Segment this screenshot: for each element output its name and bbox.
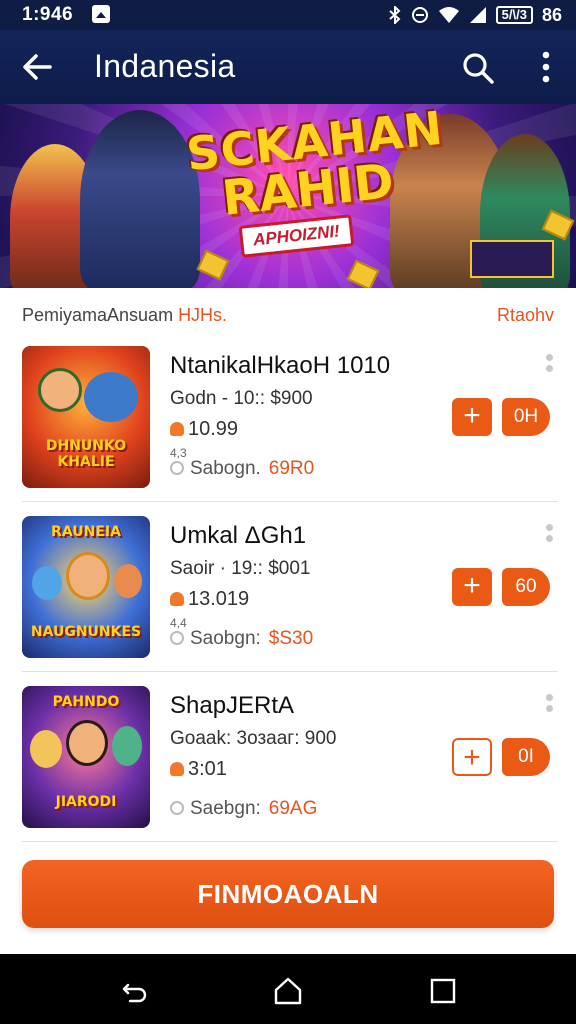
item-subtitle: Godn - 10:: $900 xyxy=(170,388,313,409)
character-face xyxy=(66,552,110,600)
fire-icon xyxy=(170,762,184,776)
home-icon[interactable] xyxy=(273,976,303,1006)
character-face xyxy=(32,566,62,600)
item-thumbnail[interactable]: DHNUNKO KHALIE xyxy=(22,346,150,488)
item-price-value: 10.99 xyxy=(188,418,239,440)
item-name: NtanikalHkaoH 1010 xyxy=(170,352,391,379)
item-seller: Saobgn: $S30 xyxy=(170,628,313,650)
list-item[interactable]: PAHNDO JIARODI ShарJERtA Goaak: 3озааг: … xyxy=(0,672,576,842)
item-price-value: 3:01 xyxy=(188,758,227,780)
seller-code: $S30 xyxy=(268,628,314,649)
character-face xyxy=(30,730,62,768)
item-menu-icon[interactable] xyxy=(543,354,555,384)
item-menu-icon[interactable] xyxy=(543,524,555,554)
section-title-highlight: HJHs. xyxy=(178,305,228,325)
seller-code: 69AG xyxy=(268,798,318,819)
character-face xyxy=(114,564,142,598)
item-thumbnail[interactable]: RAUNEIA NAUGNUNKES xyxy=(22,516,150,658)
thumbnail-top-title: RAUNEIA xyxy=(51,524,121,540)
item-price-value: 13.019 xyxy=(188,588,250,610)
add-button[interactable]: + xyxy=(452,738,492,776)
quantity-button[interactable]: 60 xyxy=(502,568,550,606)
notification-icon xyxy=(92,5,110,23)
thumbnail-title: JIARODI xyxy=(55,794,117,810)
seller-name: Saebgn: xyxy=(190,798,261,819)
section-title-text: PemiyamaAnsuam xyxy=(22,305,179,325)
status-time: 1:946 xyxy=(22,4,74,25)
list-item[interactable]: RAUNEIA NAUGNUNKES Umkal ΔGh1 Saoir · 19… xyxy=(0,502,576,672)
thumbnail-title: DHNUNKO KHALIE xyxy=(45,438,127,470)
character-face xyxy=(66,720,108,766)
thumbnail-title: NAUGNUNKES xyxy=(30,624,142,640)
character-face xyxy=(38,368,82,412)
bluetooth-icon xyxy=(389,6,401,24)
battery-icon: 5/\/3 xyxy=(495,6,533,24)
back-icon[interactable] xyxy=(120,976,150,1006)
item-subtitle: Goaak: 3озааг: 900 xyxy=(170,728,337,749)
signal-icon xyxy=(469,7,486,23)
item-thumbnail[interactable]: PAHNDO JIARODI xyxy=(22,686,150,828)
location-icon xyxy=(170,801,184,815)
seller-name: Saobgn: xyxy=(190,628,261,649)
item-name: ShарJERtA xyxy=(170,692,295,719)
fire-icon xyxy=(170,592,184,606)
app-bar: Indanesia xyxy=(0,30,576,104)
banner-badge xyxy=(470,240,554,278)
seller-code: 69R0 xyxy=(268,458,315,479)
see-all-link[interactable]: Rtaohv xyxy=(497,305,554,326)
item-price: 13.019 xyxy=(170,588,249,611)
system-nav-bar xyxy=(0,954,576,1024)
more-options-icon[interactable] xyxy=(532,48,560,86)
battery-percent: 86 xyxy=(541,4,562,25)
character-shark xyxy=(84,372,138,422)
add-button[interactable]: + xyxy=(452,398,492,436)
banner-hero-fighter xyxy=(80,110,200,288)
status-bar: 1:946 5/\/3 86 xyxy=(0,0,576,30)
item-menu-icon[interactable] xyxy=(543,694,555,724)
item-subtitle: Saoir · 19:: $001 xyxy=(170,558,311,579)
dnd-icon xyxy=(411,7,428,23)
character-face xyxy=(112,726,142,766)
recent-apps-icon[interactable] xyxy=(428,976,458,1006)
quantity-button[interactable]: 0I xyxy=(502,738,550,776)
location-icon xyxy=(170,461,184,475)
search-icon[interactable] xyxy=(460,50,496,86)
item-seller: Saebgn: 69AG xyxy=(170,798,317,820)
list-item[interactable]: DHNUNKO KHALIE NtanikalHkaoH 1010 Godn -… xyxy=(0,332,576,502)
wifi-icon xyxy=(438,7,459,23)
fire-icon xyxy=(170,422,184,436)
promo-banner[interactable]: SCKAHAN RAHID APHOIZNI! xyxy=(0,104,576,288)
item-name: Umkal ΔGh1 xyxy=(170,522,307,549)
item-price: 3:01 xyxy=(170,758,227,781)
add-button[interactable]: + xyxy=(452,568,492,606)
quantity-button[interactable]: 0H xyxy=(502,398,550,436)
section-title: PemiyamaAnsuam HJHs. xyxy=(22,305,227,326)
page-title: Indanesia xyxy=(94,48,236,84)
item-seller: Sabogn. 69R0 xyxy=(170,458,314,480)
primary-action-button[interactable]: FINMOAOALN xyxy=(22,860,554,928)
divider xyxy=(22,841,558,842)
back-arrow-icon[interactable] xyxy=(20,50,56,84)
seller-name: Sabogn. xyxy=(190,458,261,479)
thumbnail-top-title: PAHNDO xyxy=(52,694,120,710)
item-price: 10.99 xyxy=(170,418,238,441)
location-icon xyxy=(170,631,184,645)
